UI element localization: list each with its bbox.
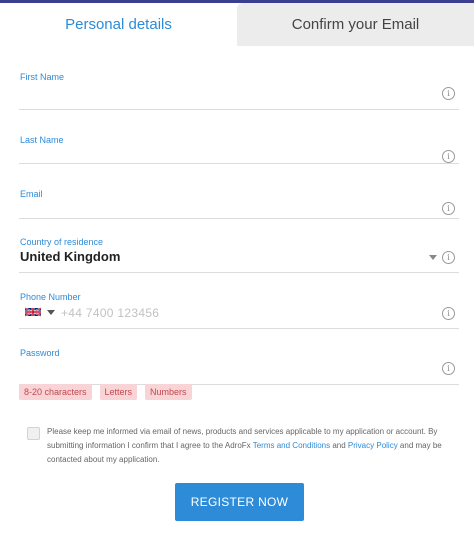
tab-personal-details[interactable]: Personal details	[0, 3, 237, 46]
info-icon[interactable]: i	[442, 251, 455, 264]
registration-form: First Name i Last Name i Email i Country…	[19, 46, 459, 385]
tab-confirm-email[interactable]: Confirm your Email	[237, 3, 474, 46]
last-name-label: Last Name	[20, 135, 64, 145]
privacy-policy-link[interactable]: Privacy Policy	[348, 441, 398, 450]
phone-input[interactable]: +44 7400 123456	[61, 306, 159, 320]
rule-length-badge: 8-20 characters	[19, 384, 92, 400]
country-value: United Kingdom	[20, 249, 121, 264]
email-label: Email	[20, 189, 43, 199]
consent-text-part: and	[330, 441, 348, 450]
phone-field[interactable]: Phone Number +44 7400 123456 i	[19, 273, 459, 329]
info-icon[interactable]: i	[442, 87, 455, 100]
chevron-down-icon[interactable]	[47, 310, 55, 315]
rule-numbers-badge: Numbers	[145, 384, 192, 400]
country-select[interactable]: Country of residence United Kingdom i	[19, 219, 459, 273]
password-rules: 8-20 characters Letters Numbers	[19, 384, 192, 400]
chevron-down-icon[interactable]	[429, 255, 437, 260]
password-field[interactable]: Password i	[19, 329, 459, 385]
terms-link[interactable]: Terms and Conditions	[253, 441, 330, 450]
country-label: Country of residence	[20, 237, 104, 247]
info-icon[interactable]: i	[442, 202, 455, 215]
info-icon[interactable]: i	[442, 150, 455, 163]
rule-letters-badge: Letters	[99, 384, 138, 400]
first-name-label: First Name	[20, 72, 65, 82]
info-icon[interactable]: i	[442, 362, 455, 375]
register-button[interactable]: REGISTER NOW	[175, 483, 304, 521]
tab-bar: Personal details Confirm your Email	[0, 3, 474, 46]
info-icon[interactable]: i	[442, 307, 455, 320]
password-label: Password	[20, 348, 60, 358]
uk-flag-icon[interactable]	[25, 307, 41, 317]
consent-text: Please keep me informed via email of new…	[47, 425, 457, 467]
first-name-field[interactable]: First Name i	[19, 46, 459, 110]
last-name-field[interactable]: Last Name i	[19, 110, 459, 164]
consent-checkbox[interactable]	[27, 427, 40, 440]
phone-label: Phone Number	[20, 292, 81, 302]
email-field[interactable]: Email i	[19, 164, 459, 219]
